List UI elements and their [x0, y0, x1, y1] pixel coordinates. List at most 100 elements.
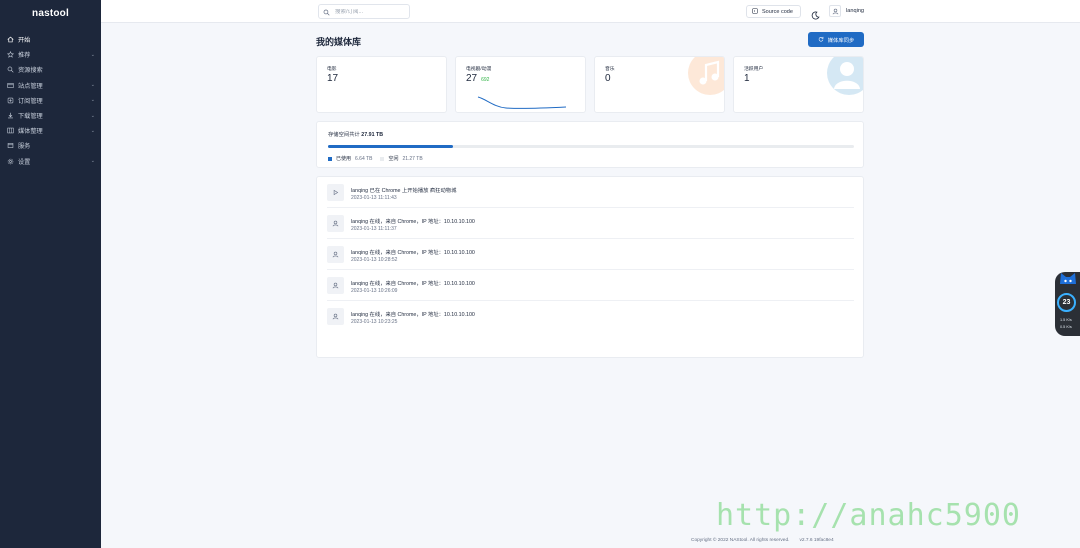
storage-total: 存储空间共计 27.91 TB — [328, 132, 384, 138]
app-logo[interactable]: nastool — [0, 0, 101, 26]
search-icon — [6, 66, 14, 74]
sidebar-item-label: 站点管理 — [18, 82, 43, 90]
list-item: lanqing 在线，来自 Chrome，IP 地址：10.10.10.100 2… — [327, 208, 854, 239]
activity-message: lanqing 在线，来自 Chrome，IP 地址：10.10.10.100 — [351, 219, 475, 225]
sidebar-item-label: 设置 — [18, 158, 31, 166]
stat-value: 27 692 — [466, 73, 490, 84]
activity-message: lanqing 在线，来自 Chrome，IP 地址：10.10.10.100 — [351, 250, 475, 256]
media-sync-label: 媒体库同步 — [827, 37, 855, 44]
github-icon — [752, 7, 762, 16]
home-icon — [6, 36, 14, 44]
play-icon — [327, 184, 344, 201]
list-item: lanqing 在线，来自 Chrome，IP 地址：10.10.10.100 2… — [327, 301, 854, 332]
sidebar-item-downloads[interactable]: 下载管理 ⌄ — [0, 108, 101, 123]
sidebar-item-label: 推荐 — [18, 52, 31, 60]
user-icon — [327, 277, 344, 294]
stat-card-tv[interactable]: 电视剧/动漫 27 692 — [455, 56, 586, 113]
user-icon — [327, 246, 344, 263]
sidebar-item-settings[interactable]: 设置 ⌄ — [0, 154, 101, 169]
chevron-down-icon: ⌄ — [90, 82, 95, 89]
sidebar-item-media[interactable]: 媒体整理 ⌄ — [0, 123, 101, 138]
stat-title: 电影 — [327, 67, 337, 72]
free-label: 空闲 — [388, 156, 399, 162]
upload-speed: 1.5 K/s — [1060, 318, 1072, 322]
chevron-down-icon: ⌄ — [90, 51, 95, 58]
used-label: 已使用 — [336, 156, 352, 162]
sidebar: nastool 开始 推荐 ⌄ 资源搜索 站点管理 ⌄ 订阅管理 ⌄ 下载管理 — [0, 0, 101, 548]
star-icon — [6, 51, 14, 59]
activity-time: 2023-01-13 10:26:09 — [351, 288, 398, 294]
sidebar-item-sites[interactable]: 站点管理 ⌄ — [0, 78, 101, 93]
chevron-down-icon: ⌄ — [90, 97, 95, 104]
temperature-gauge: 23 — [1057, 293, 1076, 312]
sidebar-item-search[interactable]: 资源搜索 — [0, 62, 101, 77]
user-icon — [327, 308, 344, 325]
stat-value: 1 — [744, 73, 750, 84]
search-box[interactable] — [318, 4, 410, 19]
activity-time: 2023-01-13 10:23:25 — [351, 319, 398, 325]
stat-value: 17 — [327, 73, 339, 84]
sidebar-item-label: 开始 — [18, 37, 31, 45]
media-icon — [6, 127, 14, 135]
sidebar-item-label: 下载管理 — [18, 113, 43, 121]
top-header: Source code lanqing — [101, 0, 1080, 23]
search-input[interactable] — [335, 8, 405, 15]
list-item: lanqing 在线，来自 Chrome，IP 地址：10.10.10.100 2… — [327, 270, 854, 301]
stat-card-music[interactable]: 音乐 0 — [594, 56, 725, 113]
activity-message: lanqing 在线，来自 Chrome，IP 地址：10.10.10.100 — [351, 281, 475, 287]
stat-card-movies[interactable]: 电影 17 — [316, 56, 447, 113]
activity-time: 2023-01-13 10:28:52 — [351, 257, 398, 263]
page-title: 我的媒体库 — [316, 37, 362, 47]
source-code-button[interactable]: Source code — [746, 5, 801, 18]
download-speed: 0.5 K/s — [1060, 325, 1072, 329]
user-silhouette-icon — [827, 57, 863, 95]
sidebar-item-recommend[interactable]: 推荐 ⌄ — [0, 47, 101, 62]
settings-icon — [6, 157, 14, 165]
subscribe-icon — [6, 96, 14, 104]
avatar[interactable] — [829, 5, 841, 17]
episode-count: 692 — [481, 77, 490, 83]
cat-mascot-icon — [1060, 273, 1076, 284]
list-item: lanqing 在线，来自 Chrome，IP 地址：10.10.10.100 2… — [327, 239, 854, 270]
sidebar-item-label: 服务 — [18, 143, 31, 151]
sidebar-item-label: 订阅管理 — [18, 97, 43, 105]
sidebar-item-label: 媒体整理 — [18, 128, 43, 136]
sidebar-item-service[interactable]: 服务 — [0, 138, 101, 153]
media-sync-button[interactable]: 媒体库同步 — [808, 32, 864, 47]
free-value: 21.27 TB — [402, 155, 423, 162]
footer: Copyright © 2022 NAStool. All rights res… — [691, 538, 834, 543]
sidebar-item-start[interactable]: 开始 — [0, 32, 101, 47]
version[interactable]: v2.7.6 19fac8e4 — [799, 538, 833, 543]
sidebar-item-subscribe[interactable]: 订阅管理 ⌄ — [0, 93, 101, 108]
storage-legend: 已使用 6.64 TB 空闲 21.27 TB — [328, 155, 431, 162]
user-icon — [327, 215, 344, 232]
used-swatch — [328, 156, 332, 161]
music-note-icon — [688, 57, 724, 95]
search-icon — [323, 3, 330, 21]
chevron-down-icon: ⌄ — [90, 127, 95, 134]
stat-title: 电视剧/动漫 — [466, 67, 492, 72]
network-widget[interactable]: 23 1.5 K/s 0.5 K/s — [1055, 272, 1080, 336]
storage-used-fill — [328, 145, 454, 148]
free-swatch — [380, 156, 385, 161]
stat-value: 0 — [605, 73, 611, 84]
download-icon — [6, 112, 14, 120]
refresh-icon — [818, 36, 828, 44]
stat-title: 音乐 — [605, 67, 615, 72]
list-item: lanqing 已在 Chrome 上开始播放 疯狂动物城 2023-01-13 … — [327, 177, 854, 208]
storage-progress-bar — [328, 145, 854, 148]
user-icon — [832, 2, 839, 20]
chevron-down-icon: ⌄ — [90, 112, 95, 119]
chevron-down-icon: ⌄ — [90, 158, 95, 165]
activity-time: 2023-01-13 11:11:37 — [351, 226, 397, 232]
activity-list: lanqing 已在 Chrome 上开始播放 疯狂动物城 2023-01-13 … — [316, 176, 864, 358]
sidebar-nav: 开始 推荐 ⌄ 资源搜索 站点管理 ⌄ 订阅管理 ⌄ 下载管理 ⌄ 媒体整理 ⌄… — [0, 32, 101, 169]
source-code-label: Source code — [762, 8, 793, 15]
moon-icon[interactable] — [811, 7, 820, 20]
trend-sparkline — [477, 96, 567, 109]
sidebar-item-label: 资源搜索 — [18, 67, 43, 75]
activity-time: 2023-01-13 11:11:43 — [351, 195, 397, 201]
stat-card-users[interactable]: 活跃用户 1 — [733, 56, 864, 113]
username[interactable]: lanqing — [846, 8, 864, 14]
watermark: http://anahc5900 — [716, 498, 1021, 533]
